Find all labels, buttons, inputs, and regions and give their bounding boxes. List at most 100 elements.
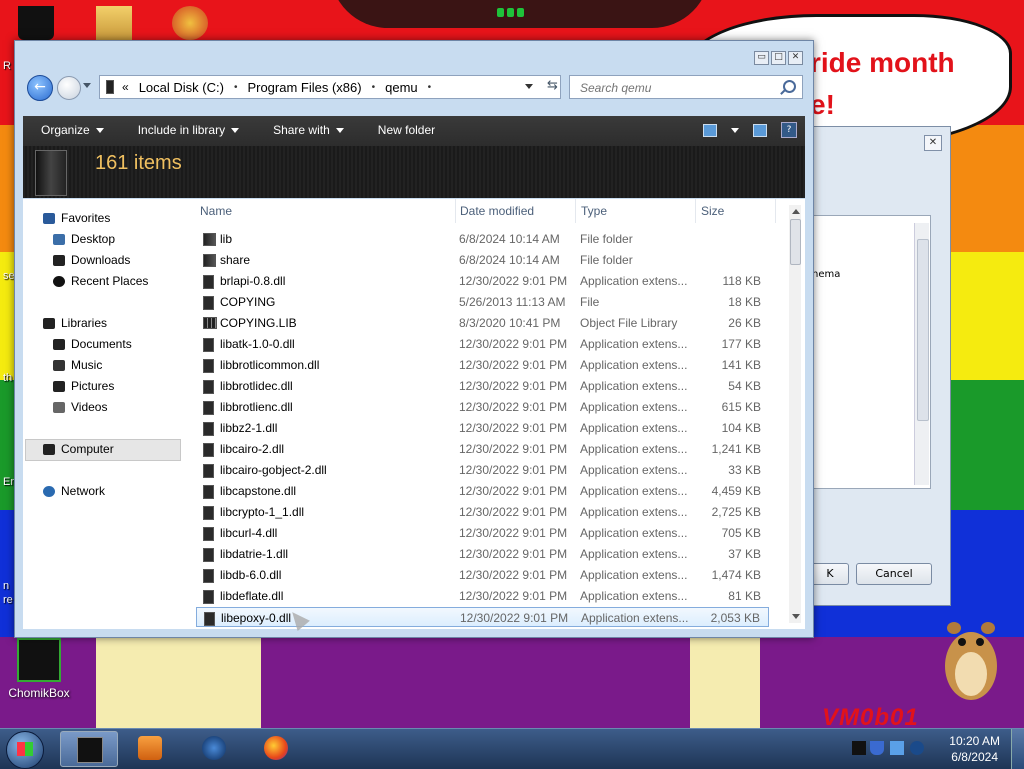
table-row[interactable]: libcrypto-1_1.dll 12/30/2022 9:01 PM Appli… [196,502,769,522]
maximize-button[interactable]: □ [771,51,786,65]
nav-computer[interactable]: Computer [43,440,114,458]
breadcrumb-program-files[interactable]: Program Files (x86) [247,80,361,95]
table-row[interactable]: COPYING.LIB 8/3/2020 10:41 PM Object File … [196,313,769,333]
taskbar-explorer[interactable] [60,731,118,767]
nav-libraries[interactable]: Libraries [43,314,107,332]
scroll-down-icon[interactable] [792,614,800,619]
nav-network[interactable]: Network [43,482,105,500]
scroll-up-icon[interactable] [792,209,800,214]
table-row[interactable]: libcairo-gobject-2.dll 12/30/2022 9:01 PM… [196,460,769,480]
column-divider[interactable] [455,199,456,223]
include-in-library-button[interactable]: Include in library [120,123,255,137]
breadcrumb-overflow[interactable]: « [122,80,129,94]
nav-favorites[interactable]: Favorites [43,209,110,227]
breadcrumb-qemu[interactable]: qemu [385,80,418,95]
forward-button[interactable] [57,76,81,100]
address-dropdown[interactable] [525,84,533,89]
help-icon[interactable]: ? [781,122,797,138]
nav-desktop[interactable]: Desktop [53,230,115,248]
back-button[interactable]: ← [27,75,53,101]
file-list-scrollbar[interactable] [789,205,801,623]
file-name: libbrotlidec.dll [220,379,293,393]
nav-downloads[interactable]: Downloads [53,251,130,269]
taskbar-media-player[interactable] [122,731,178,765]
table-row[interactable]: libdatrie-1.dll 12/30/2022 9:01 PM Applica… [196,544,769,564]
change-view-icon[interactable] [703,123,717,137]
table-row[interactable]: lib 6/8/2024 10:14 AM File folder [196,229,769,249]
column-divider[interactable] [775,199,776,223]
table-row[interactable]: libbz2-1.dll 12/30/2022 9:01 PM Applicatio… [196,418,769,438]
desktop-icon-chomikbox[interactable]: ChomikBox [4,638,74,700]
shield-icon[interactable] [870,741,884,755]
table-row[interactable]: brlapi-0.8.dll 12/30/2022 9:01 PM Applicat… [196,271,769,291]
table-row[interactable]: libcapstone.dll 12/30/2022 9:01 PM Applica… [196,481,769,501]
clock[interactable]: 10:20 AM 6/8/2024 [949,733,1000,765]
tray-expand-icon[interactable] [852,741,866,755]
close-button[interactable]: ✕ [788,51,803,65]
table-row[interactable]: COPYING 5/26/2013 11:13 AM File 18 KB [196,292,769,312]
dll-file-icon [203,590,214,604]
recycle-bin-icon[interactable] [18,6,54,40]
column-header-type[interactable]: Type [581,204,607,218]
table-row[interactable]: share 6/8/2024 10:14 AM File folder [196,250,769,270]
minimize-button[interactable]: ▭ [754,51,769,65]
organize-label: Organize [41,123,90,137]
folder-icon[interactable] [96,6,132,40]
table-row[interactable]: libcairo-2.dll 12/30/2022 9:01 PM Applicat… [196,439,769,459]
nav-recent-places[interactable]: Recent Places [53,272,148,290]
table-row[interactable]: libcurl-4.dll 12/30/2022 9:01 PM Applicati… [196,523,769,543]
file-type: Object File Library [580,316,678,330]
table-row[interactable]: libdeflate.dll 12/30/2022 9:01 PM Applicat… [196,586,769,606]
ok-button[interactable]: K [812,563,849,585]
nav-pictures[interactable]: Pictures [53,377,114,395]
app-icon[interactable] [172,6,208,40]
taskbar-firefox[interactable] [248,731,304,765]
scroll-thumb[interactable] [790,219,801,265]
breadcrumb[interactable]: « Local Disk (C:) • Program Files (x86) … [99,75,561,99]
downloads-icon [53,255,65,267]
breadcrumb-separator[interactable]: • [372,82,376,93]
breadcrumb-separator[interactable]: • [234,82,238,93]
nav-music[interactable]: Music [53,356,102,374]
view-options-dropdown[interactable] [731,127,739,133]
column-divider[interactable] [575,199,576,223]
chevron-down-icon [95,128,104,134]
recent-pages-dropdown[interactable] [83,83,91,88]
new-folder-button[interactable]: New folder [360,123,451,137]
search-input[interactable] [578,77,782,99]
breadcrumb-separator[interactable]: • [428,82,432,93]
column-divider[interactable] [695,199,696,223]
explorer-icon [77,737,103,763]
cancel-button[interactable]: Cancel [856,563,932,585]
table-row[interactable]: libbrotlidec.dll 12/30/2022 9:01 PM Applic… [196,376,769,396]
nav-videos[interactable]: Videos [53,398,107,416]
table-row[interactable]: libatk-1.0-0.dll 12/30/2022 9:01 PM Applic… [196,334,769,354]
nav-documents[interactable]: Documents [53,335,132,353]
column-header-name[interactable]: Name [200,204,232,218]
dialog-scroll-thumb[interactable] [917,239,929,421]
search-icon[interactable] [783,80,796,93]
desktop-icon-label-fragment: re [3,594,13,606]
column-header-date[interactable]: Date modified [460,204,534,218]
table-row[interactable]: libdb-6.0.dll 12/30/2022 9:01 PM Applicati… [196,565,769,585]
dialog-close-button[interactable]: ✕ [924,135,942,151]
dialog-scrollbar[interactable] [914,223,929,485]
table-row[interactable]: libepoxy-0.dll 12/30/2022 9:01 PM Applicat… [196,607,769,627]
breadcrumb-local-disk[interactable]: Local Disk (C:) [139,80,224,95]
refresh-icon[interactable]: ⇆ [547,78,558,93]
taskbar-browser[interactable] [186,731,242,765]
organize-button[interactable]: Organize [23,123,120,137]
show-desktop-button[interactable] [1011,729,1024,769]
search-box[interactable] [569,75,803,99]
preview-pane-icon[interactable] [753,123,767,137]
column-header-size[interactable]: Size [701,204,724,218]
file-name: libepoxy-0.dll [221,611,292,625]
start-button[interactable] [6,731,44,769]
nav-label: Libraries [61,316,108,330]
volume-icon[interactable] [910,741,924,755]
file-date: 12/30/2022 9:01 PM [459,547,568,561]
table-row[interactable]: libbrotlienc.dll 12/30/2022 9:01 PM Applic… [196,397,769,417]
network-icon[interactable] [890,741,904,755]
table-row[interactable]: libbrotlicommon.dll 12/30/2022 9:01 PM App… [196,355,769,375]
share-with-button[interactable]: Share with [255,123,360,137]
